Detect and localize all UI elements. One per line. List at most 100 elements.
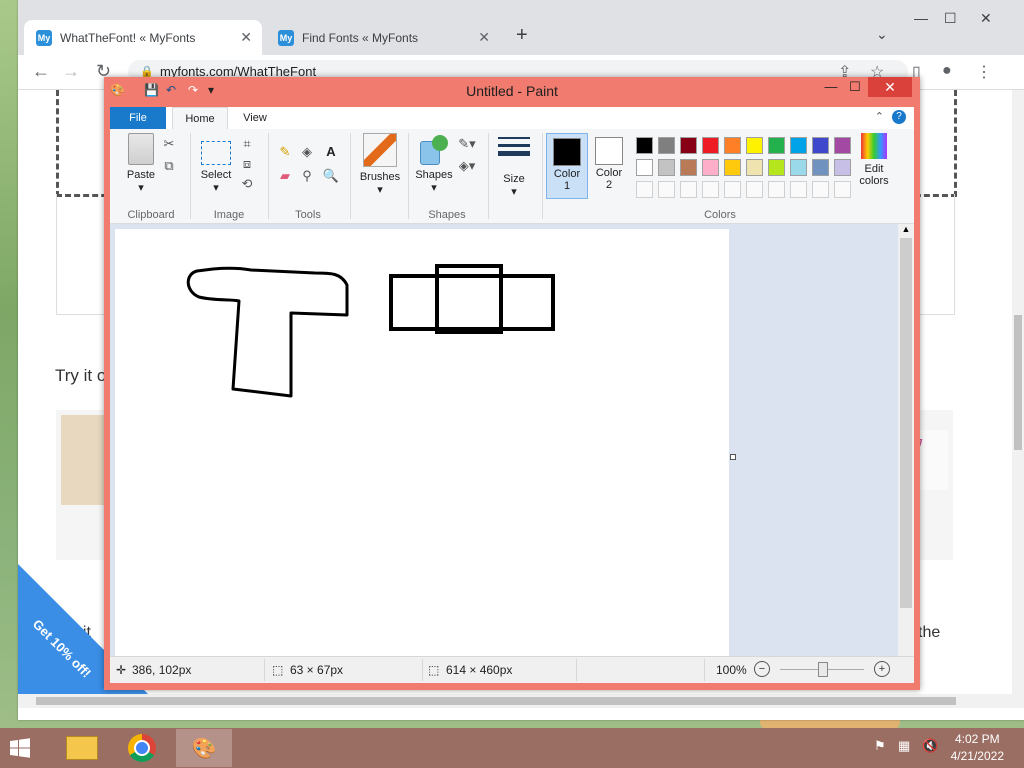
magnifier-icon[interactable]: 🔍 bbox=[322, 167, 340, 185]
tab-find-fonts[interactable]: My Find Fonts « MyFonts ✕ bbox=[266, 20, 500, 55]
cut-scissors-icon[interactable]: ✂ bbox=[160, 135, 178, 153]
color-swatch[interactable] bbox=[834, 137, 851, 154]
color-swatch[interactable] bbox=[636, 159, 653, 176]
color-swatch[interactable] bbox=[768, 159, 785, 176]
color-swatch[interactable] bbox=[812, 137, 829, 154]
divider bbox=[264, 659, 265, 681]
color-swatch[interactable] bbox=[768, 137, 785, 154]
color-swatch[interactable] bbox=[680, 159, 697, 176]
close-button[interactable]: ✕ bbox=[868, 77, 912, 97]
resize-icon[interactable]: ⧈ bbox=[238, 155, 256, 173]
color-picker-icon[interactable]: ⚲ bbox=[298, 167, 316, 185]
color-swatch[interactable] bbox=[790, 137, 807, 154]
color-swatch[interactable] bbox=[636, 137, 653, 154]
maximize-button[interactable]: ☐ bbox=[848, 79, 862, 97]
minimize-button[interactable]: — bbox=[914, 10, 928, 26]
color-swatch[interactable] bbox=[834, 159, 851, 176]
color-swatch[interactable] bbox=[658, 181, 675, 198]
color-swatch[interactable] bbox=[790, 181, 807, 198]
color-swatch[interactable] bbox=[702, 159, 719, 176]
color-swatch[interactable] bbox=[834, 181, 851, 198]
scroll-thumb[interactable] bbox=[900, 238, 912, 608]
clipboard-icon bbox=[128, 133, 154, 165]
size-button[interactable]: Size ▾ bbox=[494, 133, 534, 198]
close-icon[interactable]: ✕ bbox=[240, 29, 252, 46]
action-center-flag-icon[interactable]: ⚑ bbox=[874, 738, 886, 754]
color2-button[interactable]: Color 2 bbox=[588, 133, 630, 199]
sample-image[interactable] bbox=[61, 415, 109, 505]
horizontal-scrollbar[interactable] bbox=[18, 694, 1024, 708]
outline-icon[interactable]: ✎▾ bbox=[458, 135, 476, 153]
menu-kebab-icon[interactable]: ⋮ bbox=[976, 62, 992, 82]
tab-file[interactable]: File bbox=[110, 107, 166, 129]
fill-bucket-icon[interactable]: ◈ bbox=[298, 143, 316, 161]
copy-icon[interactable]: ⧉ bbox=[160, 157, 178, 175]
brushes-button[interactable]: Brushes ▾ bbox=[354, 133, 406, 196]
color-swatch[interactable] bbox=[658, 159, 675, 176]
paste-button[interactable]: Paste ▾ bbox=[118, 133, 164, 194]
color-swatch[interactable] bbox=[658, 137, 675, 154]
shapes-button[interactable]: Shapes ▾ bbox=[412, 133, 456, 194]
edit-colors-button[interactable]: Edit colors bbox=[854, 133, 894, 187]
color-swatch[interactable] bbox=[746, 159, 763, 176]
drawing-canvas[interactable] bbox=[115, 229, 729, 656]
paint-taskbar-icon[interactable]: 🎨 bbox=[176, 729, 232, 767]
pencil-icon[interactable]: ✎ bbox=[276, 143, 294, 161]
color-swatch[interactable] bbox=[790, 159, 807, 176]
group-image: Image bbox=[213, 209, 245, 221]
color1-button[interactable]: Color 1 bbox=[546, 133, 588, 199]
tab-home[interactable]: Home bbox=[172, 107, 228, 130]
collapse-ribbon-icon[interactable]: ⌃ bbox=[875, 110, 884, 123]
close-window-button[interactable]: ✕ bbox=[980, 10, 992, 27]
color-swatch[interactable] bbox=[746, 181, 763, 198]
zoom-slider-thumb[interactable] bbox=[818, 662, 828, 677]
color-swatch[interactable] bbox=[702, 137, 719, 154]
color-swatch[interactable] bbox=[680, 137, 697, 154]
help-icon[interactable]: ? bbox=[892, 110, 906, 124]
select-button[interactable]: Select ▾ bbox=[194, 133, 238, 194]
color-swatch[interactable] bbox=[724, 137, 741, 154]
zoom-out-button[interactable]: − bbox=[754, 661, 770, 677]
rotate-icon[interactable]: ⟲ bbox=[238, 175, 256, 193]
tab-whatthefont[interactable]: My WhatTheFont! « MyFonts ✕ bbox=[24, 20, 262, 55]
vertical-scrollbar[interactable]: ▲ bbox=[898, 224, 914, 656]
chrome-taskbar-icon[interactable] bbox=[114, 729, 170, 767]
paint-title-bar[interactable]: 🎨 💾 ↶ ↷ ▾ Untitled - Paint — ☐ ✕ bbox=[104, 77, 920, 105]
color-swatch[interactable] bbox=[636, 181, 653, 198]
canvas-workspace: ▲ bbox=[110, 224, 914, 656]
body-text: the bbox=[918, 624, 941, 641]
canvas-resize-handle[interactable] bbox=[730, 454, 736, 460]
forward-arrow-icon[interactable]: → bbox=[62, 61, 80, 82]
close-icon[interactable]: ✕ bbox=[478, 29, 490, 46]
back-arrow-icon[interactable]: ← bbox=[32, 61, 50, 82]
color-swatch[interactable] bbox=[724, 181, 741, 198]
profile-icon[interactable]: ● bbox=[942, 62, 952, 80]
scroll-up-icon[interactable]: ▲ bbox=[898, 224, 914, 234]
vertical-scrollbar[interactable] bbox=[1012, 90, 1024, 694]
tab-view[interactable]: View bbox=[232, 107, 278, 129]
color-swatch[interactable] bbox=[702, 181, 719, 198]
color-swatch[interactable] bbox=[724, 159, 741, 176]
volume-muted-icon[interactable]: 🔇 bbox=[922, 738, 938, 754]
scroll-thumb[interactable] bbox=[1014, 315, 1022, 450]
color-swatch[interactable] bbox=[746, 137, 763, 154]
eraser-icon[interactable]: ▰ bbox=[276, 167, 294, 185]
color-swatch[interactable] bbox=[768, 181, 785, 198]
color-swatch[interactable] bbox=[680, 181, 697, 198]
zoom-in-button[interactable]: + bbox=[874, 661, 890, 677]
file-explorer-icon[interactable] bbox=[54, 729, 110, 767]
scroll-thumb[interactable] bbox=[36, 697, 956, 705]
color-swatch[interactable] bbox=[812, 159, 829, 176]
network-icon[interactable]: ▦ bbox=[898, 738, 910, 754]
new-tab-button[interactable]: + bbox=[516, 24, 528, 47]
minimize-button[interactable]: — bbox=[824, 79, 838, 97]
crop-icon[interactable]: ⌗ bbox=[238, 135, 256, 153]
windows-start-icon[interactable] bbox=[10, 738, 30, 758]
text-tool-icon[interactable]: A bbox=[322, 143, 340, 161]
fill-icon[interactable]: ◈▾ bbox=[458, 157, 476, 175]
color-swatch[interactable] bbox=[812, 181, 829, 198]
system-clock[interactable]: 4:02 PM 4/21/2022 bbox=[951, 731, 1004, 765]
tab-title: WhatTheFont! « MyFonts bbox=[60, 30, 196, 45]
tab-search-chevron-icon[interactable]: ⌄ bbox=[876, 26, 888, 43]
maximize-button[interactable]: ☐ bbox=[944, 10, 957, 27]
